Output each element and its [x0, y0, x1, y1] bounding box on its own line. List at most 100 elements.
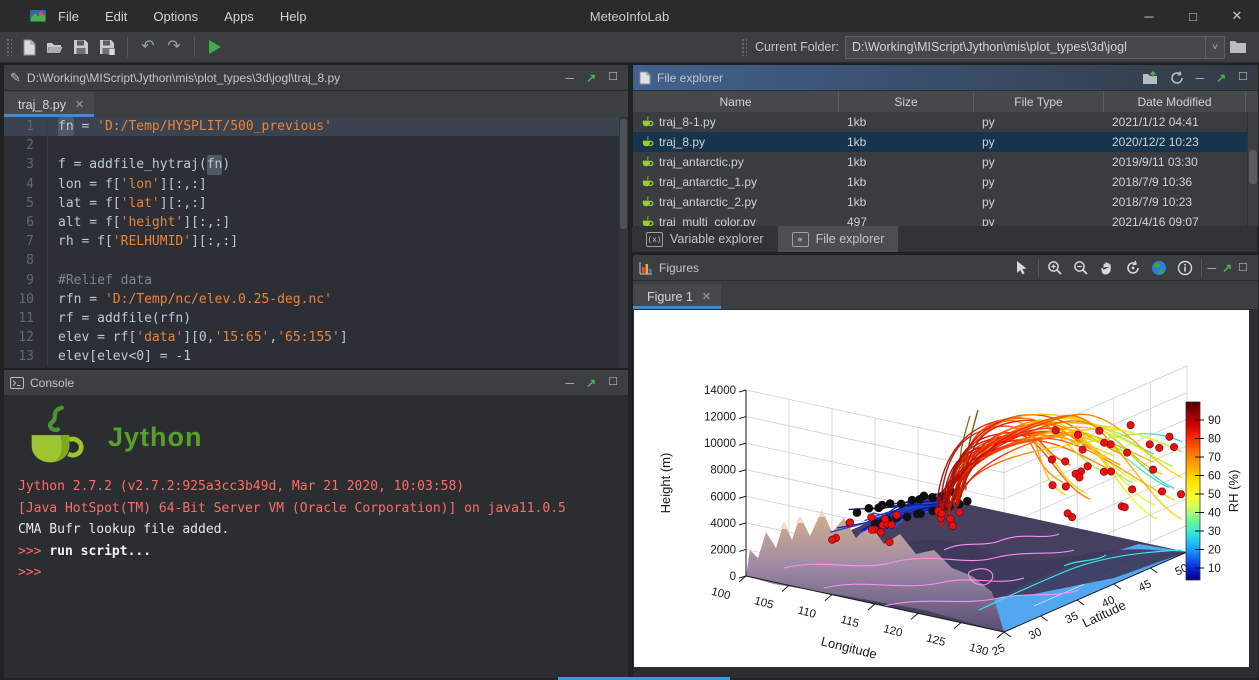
column-header-date[interactable]: Date Modified [1104, 91, 1246, 112]
toolbar-drag-handle[interactable] [6, 38, 12, 56]
new-file-icon [22, 39, 37, 56]
code-line-4: 4lon = f['lon'][:,:] [4, 175, 628, 194]
svg-text:40: 40 [1208, 508, 1221, 520]
code-editor[interactable]: 1fn = 'D:/Temp/HYSPLIT/500_previous'23f … [4, 117, 628, 368]
undo-icon: ↶ [141, 39, 154, 55]
file-row-traj_antarctic_2.py[interactable]: traj_antarctic_2.py1kbpy2018/7/9 10:23 [633, 192, 1248, 212]
dock-tab-variable-explorer[interactable]: (x)Variable explorer [632, 226, 778, 252]
figure-canvas[interactable]: 02000400060008000100001200014000Height (… [634, 310, 1249, 667]
rotate-icon [1125, 260, 1141, 276]
pointer-tool-button[interactable] [1012, 258, 1032, 278]
float-panel-icon[interactable]: ↗ [586, 377, 596, 389]
column-header-name[interactable]: Name [633, 91, 839, 112]
file-table-scrollbar[interactable] [1247, 112, 1258, 227]
refresh-icon[interactable] [1170, 71, 1184, 85]
menu-bar: File Edit Options Apps Help [58, 9, 307, 24]
svg-text:50: 50 [1208, 489, 1221, 501]
open-file-button[interactable] [42, 35, 68, 59]
menu-help[interactable]: Help [280, 9, 307, 24]
file-table-scrollbar-thumb[interactable] [1249, 150, 1257, 184]
meteoinfolab-window: { "window": { "title": "MeteoInfoLab", "… [0, 0, 1259, 680]
tab-traj-8-py[interactable]: traj_8.py ✕ [4, 92, 94, 117]
browse-folder-button[interactable] [1225, 35, 1251, 59]
current-folder-value: D:\Working\MIScript\Jython\mis\plot_type… [846, 40, 1205, 54]
zoom-in-tool-button[interactable] [1045, 258, 1065, 278]
zoom-out-tool-button[interactable] [1071, 258, 1091, 278]
tab-figure-1[interactable]: Figure 1 ✕ [633, 284, 721, 309]
python-file-icon [641, 176, 654, 189]
save-file-button[interactable] [68, 35, 94, 59]
column-header-size[interactable]: Size [839, 91, 974, 112]
float-panel-icon[interactable]: ↗ [586, 72, 596, 84]
console-line: [Java HotSpot(TM) 64-Bit Server VM (Orac… [18, 498, 628, 520]
maximize-panel-icon[interactable]: ☐ [608, 72, 618, 83]
file-row-traj_antarctic_1.py[interactable]: traj_antarctic_1.py1kbpy2018/7/9 10:36 [633, 172, 1248, 192]
file-row-traj_antarctic.py[interactable]: traj_antarctic.py1kbpy2019/9/11 03:30 [633, 152, 1248, 172]
figures-toolbar: ─ ↗ ☐ [1012, 258, 1252, 278]
dock-tab-file-explorer[interactable]: ≡File explorer [778, 226, 899, 252]
editor-scrollbar-thumb[interactable] [620, 119, 627, 229]
code-line-5: 5lat = f['lat'][:,:] [4, 194, 628, 213]
undo-button[interactable]: ↶ [135, 35, 161, 59]
menu-edit[interactable]: Edit [105, 9, 127, 24]
minimize-window-button[interactable]: ─ [1127, 0, 1171, 32]
rotate-tool-button[interactable] [1123, 258, 1143, 278]
console-panel-title: Console [30, 376, 74, 390]
code-line-2: 2 [4, 136, 628, 155]
tab-close-icon[interactable]: ✕ [75, 98, 84, 111]
console-line: Jython 2.7.2 (v2.7.2:925a3cc3b49d, Mar 2… [18, 476, 628, 498]
file-row-traj_8.py[interactable]: traj_8.py1kbpy2020/12/2 10:23 [633, 132, 1248, 152]
float-panel-icon[interactable]: ↗ [1222, 261, 1232, 275]
python-file-icon [641, 116, 654, 129]
maximize-panel-icon[interactable]: ☐ [1238, 261, 1248, 274]
svg-text:2000: 2000 [710, 544, 736, 556]
pan-tool-button[interactable] [1097, 258, 1117, 278]
editor-tab-strip: traj_8.py ✕ [4, 91, 628, 118]
maximize-panel-icon[interactable]: ☐ [608, 377, 618, 388]
float-panel-icon[interactable]: ↗ [1216, 72, 1226, 84]
minimize-panel-icon[interactable]: ─ [566, 377, 575, 389]
pointer-icon [1014, 260, 1029, 275]
globe-tool-button[interactable] [1149, 258, 1169, 278]
tab-close-icon[interactable]: ✕ [702, 290, 711, 303]
current-folder-label: Current Folder: [755, 40, 839, 54]
menu-options[interactable]: Options [153, 9, 198, 24]
jython-logo-text: Jython [108, 422, 203, 453]
svg-text:30: 30 [1208, 526, 1221, 538]
file-row-traj_multi_color.py[interactable]: traj_multi_color.py497py2021/4/16 09:07 [633, 212, 1248, 227]
new-file-button[interactable] [16, 35, 42, 59]
code-line-7: 7rh = f['RELHUMID'][:,:] [4, 232, 628, 251]
maximize-window-button[interactable]: □ [1171, 0, 1215, 32]
console-panel: Console ─ ↗ ☐ Jython Jython 2.7.2 (v2.7.… [3, 369, 629, 679]
info-tool-button[interactable] [1175, 258, 1195, 278]
menu-file[interactable]: File [58, 9, 79, 24]
code-line-13: 13elev[elev<0] = -1 [4, 347, 628, 366]
svg-text:110: 110 [796, 605, 817, 621]
console-output[interactable]: Jython Jython 2.7.2 (v2.7.2:925a3cc3b49d… [4, 396, 628, 678]
svg-text:10000: 10000 [704, 438, 736, 450]
folder-up-icon[interactable] [1142, 71, 1158, 85]
python-file-icon [641, 156, 654, 169]
folder-toolbar-drag-handle[interactable] [741, 38, 747, 56]
file-row-traj_8-1.py[interactable]: traj_8-1.py1kbpy2021/1/12 04:41 [633, 112, 1248, 132]
minimize-panel-icon[interactable]: ─ [1208, 261, 1217, 275]
maximize-panel-icon[interactable]: ☐ [1238, 72, 1248, 83]
chevron-down-icon[interactable]: ˅ [1205, 37, 1224, 58]
svg-text:60: 60 [1208, 471, 1221, 483]
minimize-panel-icon[interactable]: ─ [1196, 72, 1205, 84]
close-window-button[interactable]: ✕ [1215, 0, 1259, 32]
redo-button[interactable]: ↷ [161, 35, 187, 59]
save-as-icon [99, 39, 115, 55]
globe-icon [1151, 260, 1167, 276]
minimize-panel-icon[interactable]: ─ [566, 72, 575, 84]
editor-tab-label: traj_8.py [18, 98, 66, 112]
editor-scrollbar[interactable] [619, 117, 628, 368]
editor-panel-titlebar: ✎ D:\Working\MIScript\Jython\mis\plot_ty… [4, 65, 628, 91]
save-as-button[interactable] [94, 35, 120, 59]
column-header-filetype[interactable]: File Type [974, 91, 1104, 112]
menu-apps[interactable]: Apps [224, 9, 254, 24]
jython-logo: Jython [18, 404, 628, 470]
current-folder-combobox[interactable]: D:\Working\MIScript\Jython\mis\plot_type… [845, 36, 1225, 59]
svg-text:45: 45 [1137, 578, 1154, 594]
run-script-button[interactable] [202, 35, 228, 59]
